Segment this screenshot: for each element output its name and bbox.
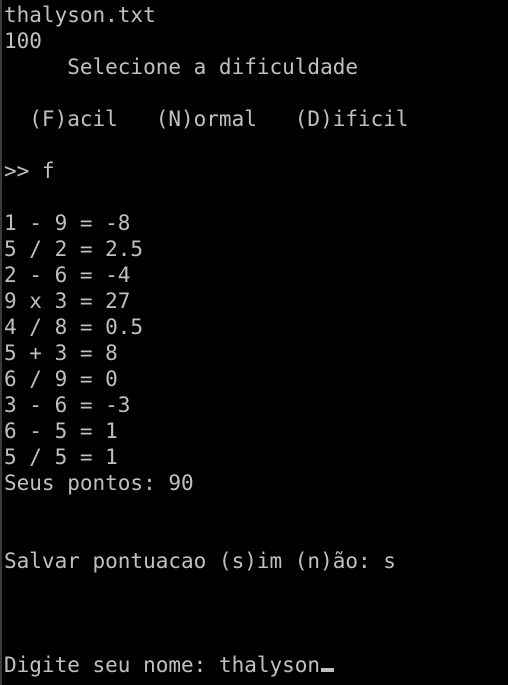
equation-line: 5 / 5 = 1 <box>4 445 118 469</box>
text-cursor <box>321 668 335 672</box>
difficulty-prompt: Selecione a dificuldade <box>4 55 359 79</box>
equation-line: 6 / 9 = 0 <box>4 367 118 391</box>
score-line: Seus pontos: 90 <box>4 471 194 495</box>
window-border <box>0 0 2 685</box>
equation-line: 1 - 9 = -8 <box>4 211 131 235</box>
save-score-prompt: Salvar pontuacao (s)im (n)ão: s <box>4 549 396 573</box>
difficulty-options: (F)acil (N)ormal (D)ificil <box>4 107 409 131</box>
terminal-window[interactable]: thalyson.txt 100 Selecione a dificuldade… <box>0 0 508 685</box>
high-score-line: 100 <box>4 29 42 53</box>
difficulty-input-line: >> f <box>4 159 55 183</box>
equation-line: 9 x 3 = 27 <box>4 289 131 313</box>
equation-line: 5 + 3 = 8 <box>4 341 118 365</box>
equation-line: 2 - 6 = -4 <box>4 263 131 287</box>
name-prompt-text[interactable]: Digite seu nome: thalyson <box>4 653 320 677</box>
equation-line: 6 - 5 = 1 <box>4 419 118 443</box>
name-input-line[interactable]: Digite seu nome: thalyson <box>4 652 335 678</box>
file-name-line: thalyson.txt <box>4 3 156 27</box>
equation-line: 5 / 2 = 2.5 <box>4 237 144 261</box>
equation-line: 4 / 8 = 0.5 <box>4 315 144 339</box>
equation-line: 3 - 6 = -3 <box>4 393 131 417</box>
